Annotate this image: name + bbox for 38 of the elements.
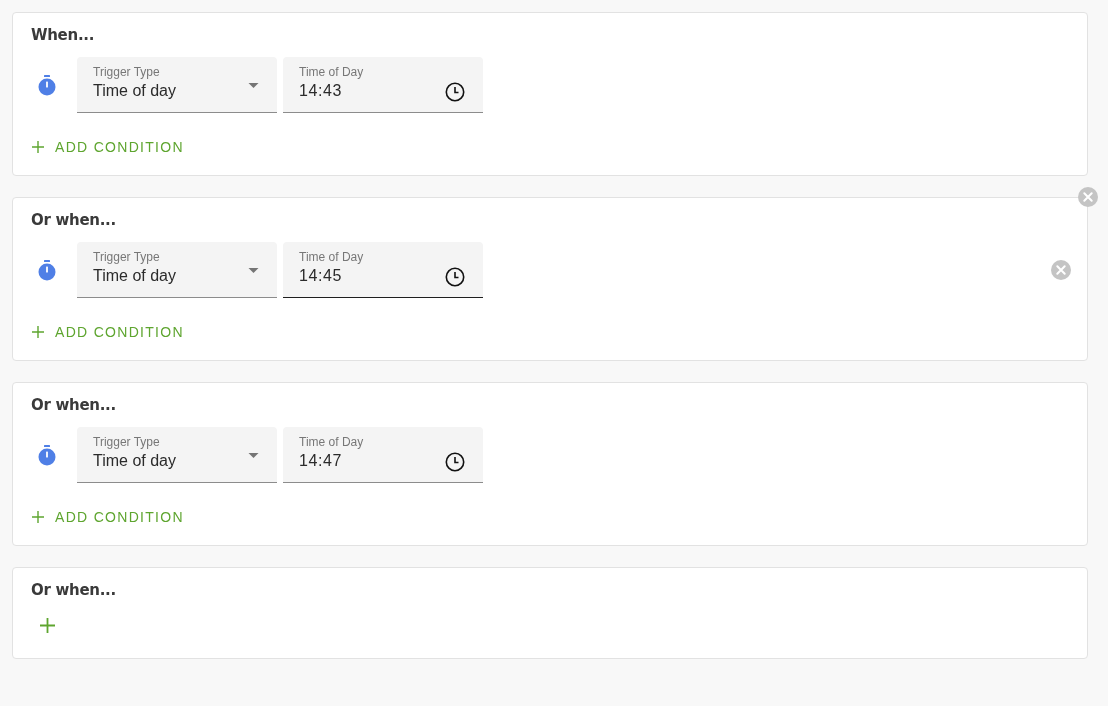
clock-icon	[445, 452, 465, 472]
caret-icon	[248, 83, 259, 88]
plus-icon	[39, 617, 55, 633]
clock-icon	[445, 82, 465, 102]
field-label: Time of Day	[299, 435, 364, 449]
time-field[interactable]: Time of Day 14:43	[283, 57, 483, 113]
plus-icon	[32, 141, 44, 153]
field-value: Time of day	[93, 81, 176, 101]
caret-icon	[248, 453, 259, 458]
trigger-type-select[interactable]: Trigger Type Time of day	[77, 427, 277, 483]
group-title: Or when...	[31, 211, 116, 229]
plus-icon	[32, 511, 44, 523]
field-label: Time of Day	[299, 65, 364, 79]
field-label: Trigger Type	[93, 435, 160, 449]
caret-icon	[248, 268, 259, 273]
time-field[interactable]: Time of Day 14:45	[283, 242, 483, 298]
field-label: Time of Day	[299, 250, 364, 264]
remove-condition-button[interactable]	[1051, 260, 1071, 280]
field-value: 14:43	[299, 81, 343, 101]
field-value: 14:47	[299, 451, 343, 471]
trigger-type-select[interactable]: Trigger Type Time of day	[77, 57, 277, 113]
field-value: Time of day	[93, 451, 176, 471]
stopwatch-icon	[38, 444, 56, 466]
close-icon	[1051, 260, 1071, 280]
remove-group-button[interactable]	[1078, 187, 1098, 207]
time-field[interactable]: Time of Day 14:47	[283, 427, 483, 483]
trigger-type-select[interactable]: Trigger Type Time of day	[77, 242, 277, 298]
field-label: Trigger Type	[93, 65, 160, 79]
group-title: When...	[31, 26, 95, 44]
group-title: Or when...	[31, 581, 116, 599]
stopwatch-icon	[38, 74, 56, 96]
plus-icon	[32, 326, 44, 338]
group-title: Or when...	[31, 396, 116, 414]
field-value: Time of day	[93, 266, 176, 286]
field-label: Trigger Type	[93, 250, 160, 264]
clock-icon	[445, 267, 465, 287]
field-value: 14:45	[299, 266, 343, 286]
stopwatch-icon	[38, 259, 56, 281]
